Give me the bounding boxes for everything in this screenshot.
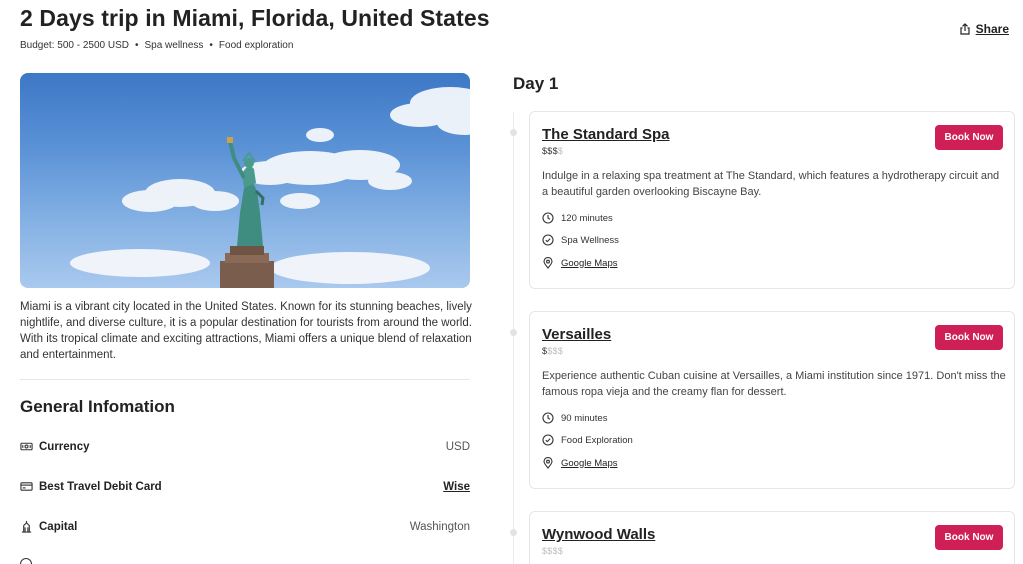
price-level: $$$$ [542,546,564,556]
share-button[interactable]: Share [959,22,1009,36]
info-value: USD [445,440,470,453]
google-maps-row: Google Maps [542,257,618,269]
share-icon [960,23,970,35]
category: Spa Wellness [542,234,619,246]
book-now-button[interactable]: Book Now [935,325,1003,350]
google-maps-link[interactable]: Google Maps [561,458,618,469]
credit-card-icon [20,482,33,491]
map-pin-icon [543,257,553,269]
info-row-debit-card: Best Travel Debit Card Wise [20,480,470,493]
statue-of-liberty-image [70,87,470,288]
book-now-button[interactable]: Book Now [935,125,1003,150]
info-value: Washington [409,520,470,533]
landmark-icon [21,520,32,533]
timeline-dot [510,529,517,536]
price-level: $$$$ [542,346,564,356]
destination-image [20,73,470,288]
activity-name-link[interactable]: Wynwood Walls [542,526,655,543]
google-maps-link[interactable]: Google Maps [561,258,618,269]
timeline-dot [510,329,517,336]
info-label: Currency [39,440,90,453]
info-label: Capital [39,520,78,533]
timeline-dot [510,129,517,136]
separator-dot: • [209,40,213,51]
budget-text: Budget: 500 - 2500 USD [20,40,129,51]
activity-card: Wynwood Walls $$$$ Book Now [529,511,1015,564]
day-title: Day 1 [513,74,559,93]
check-circle-icon [542,434,554,446]
divider [20,379,470,380]
page-title: 2 Days trip in Miami, Florida, United St… [20,5,490,31]
separator-dot: • [134,40,139,51]
activity-card: Versailles $$$$ Book Now Experience auth… [529,311,1015,489]
tag-food-exploration: Food exploration [218,40,294,51]
activity-name-link[interactable]: The Standard Spa [542,126,670,143]
timeline-line [513,112,514,564]
info-row-capital: Capital Washington [20,520,470,533]
check-circle-icon [542,234,554,246]
general-info-title: General Infomation [20,397,175,416]
globe-icon [20,558,32,564]
tag-spa-wellness: Spa wellness [144,40,204,51]
trip-meta: Budget: 500 - 2500 USD • Spa wellness • … [20,40,293,51]
map-pin-icon [543,457,553,469]
banknote-icon [20,442,33,451]
info-label: Best Travel Debit Card [39,480,162,493]
duration: 120 minutes [542,212,613,224]
duration: 90 minutes [542,412,607,424]
category: Food Exploration [542,434,633,446]
share-label: Share [975,22,1009,36]
activity-description: Indulge in a relaxing spa treatment at T… [542,170,1000,198]
clock-icon [542,212,554,224]
activity-name-link[interactable]: Versailles [542,326,611,343]
activity-card: The Standard Spa $$$$ Book Now Indulge i… [529,111,1015,289]
wise-link[interactable]: Wise [443,481,470,493]
destination-description: Miami is a vibrant city located in the U… [20,301,472,361]
activity-description: Experience authentic Cuban cuisine at Ve… [542,370,1006,398]
clock-icon [542,412,554,424]
book-now-button[interactable]: Book Now [935,525,1003,550]
google-maps-row: Google Maps [542,457,618,469]
price-level: $$$$ [542,146,564,156]
info-row-currency: Currency USD [20,440,470,453]
